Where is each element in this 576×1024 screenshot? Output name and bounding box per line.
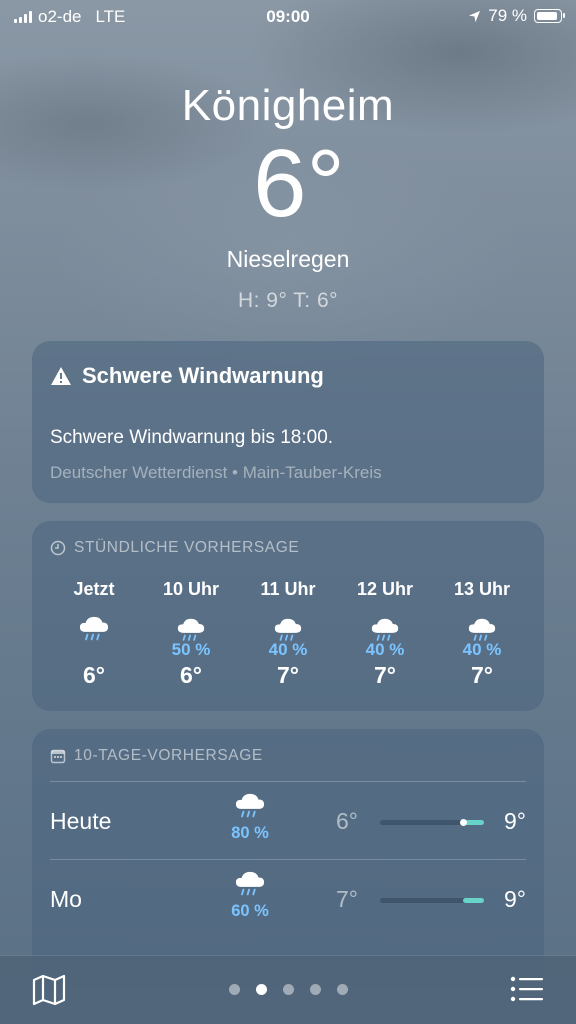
temperature-range-fill: [463, 898, 484, 903]
hour-temp: 7°: [277, 662, 299, 688]
calendar-icon: [50, 749, 66, 764]
hourly-item: Jetzt 6°: [50, 579, 138, 689]
rain-cloud-icon: [468, 618, 496, 641]
hour-temp: 6°: [83, 662, 105, 688]
list-icon[interactable]: [510, 976, 544, 1002]
page-dot[interactable]: [309, 984, 321, 995]
hourly-forecast-card[interactable]: STÜNDLICHE VORHERSAGE Jetzt 6° 10 Uhr 50 % 6…: [32, 521, 544, 711]
hour-temp: 7°: [374, 662, 396, 688]
status-bar: o2-de LTE 09:00 79 %: [0, 0, 576, 34]
precip-chance: 40 %: [365, 640, 405, 659]
hour-label: 10 Uhr: [162, 579, 220, 599]
hourly-item: 11 Uhr 40 % 7°: [244, 579, 332, 689]
clock-icon: [50, 540, 66, 556]
temperature-range-bar: [380, 819, 484, 826]
page-dot[interactable]: [228, 984, 240, 995]
precip-chance: [50, 640, 138, 660]
hour-temp: 6°: [180, 662, 202, 688]
hour-temp: 7°: [471, 662, 493, 688]
location-arrow-icon: [469, 10, 481, 22]
rain-cloud-icon: [79, 616, 109, 641]
daily-title: 10-TAGE-VORHERSAGE: [74, 747, 263, 764]
alert-source: Deutscher Wetterdienst • Main-Tauber-Kre…: [50, 463, 382, 482]
hourly-item: 13 Uhr 40 % 7°: [438, 579, 526, 689]
warning-icon: [51, 367, 71, 385]
low-temp: 6°: [336, 808, 358, 834]
precip-chance: 60 %: [231, 902, 269, 921]
alert-title: Schwere Windwarnung: [82, 363, 324, 388]
bottom-toolbar: [0, 955, 576, 1024]
condition-label: Nieselregen: [226, 246, 350, 272]
precip-chance: 80 %: [231, 824, 269, 843]
hour-label: Jetzt: [73, 579, 115, 599]
page-indicator[interactable]: [0, 984, 576, 995]
hourly-item: 10 Uhr 50 % 6°: [147, 579, 235, 689]
rain-cloud-icon: [177, 618, 205, 641]
daily-row[interactable]: Mo 60 % 7° 9°: [50, 859, 526, 937]
page-dot[interactable]: [336, 984, 348, 995]
hour-label: 12 Uhr: [356, 579, 414, 599]
hourly-title: STÜNDLICHE VORHERSAGE: [74, 539, 300, 556]
high-low-label: H: 9° T: 6°: [237, 289, 339, 312]
high-temp: 9°: [504, 808, 526, 834]
battery-icon: [534, 9, 565, 23]
rain-cloud-icon: [235, 793, 265, 818]
city-name: Königheim: [181, 81, 395, 130]
alert-text: Schwere Windwarnung bis 18:00.: [50, 427, 334, 448]
current-weather-header: Königheim 6° Nieselregen H: 9° T: 6°: [0, 80, 576, 313]
hour-label: 11 Uhr: [260, 579, 316, 599]
current-temperature: 6°: [253, 130, 345, 237]
precip-chance: 50 %: [171, 640, 211, 659]
low-temp: 7°: [336, 886, 358, 912]
day-name: Heute: [50, 808, 112, 834]
hour-label: 13 Uhr: [453, 579, 511, 599]
battery-percent: 79 %: [488, 6, 527, 25]
day-name: Mo: [50, 886, 82, 912]
rain-cloud-icon: [235, 871, 265, 896]
ten-day-forecast-card[interactable]: 10-TAGE-VORHERSAGE Heute 80 % 6° 9° Mo 60 % 7°…: [32, 729, 544, 989]
page-dot[interactable]: [282, 984, 294, 995]
high-temp: 9°: [504, 886, 526, 912]
rain-cloud-icon: [371, 618, 399, 641]
precip-chance: 40 %: [462, 640, 502, 659]
weather-alert-card[interactable]: Schwere Windwarnung Schwere Windwarnung …: [32, 341, 544, 503]
daily-row[interactable]: Heute 80 % 6° 9°: [50, 781, 526, 859]
precip-chance: 40 %: [268, 640, 308, 659]
rain-cloud-icon: [274, 618, 302, 641]
page-dot[interactable]: [255, 984, 267, 995]
hourly-item: 12 Uhr 40 % 7°: [341, 579, 429, 689]
temperature-range-bar: [380, 898, 484, 903]
